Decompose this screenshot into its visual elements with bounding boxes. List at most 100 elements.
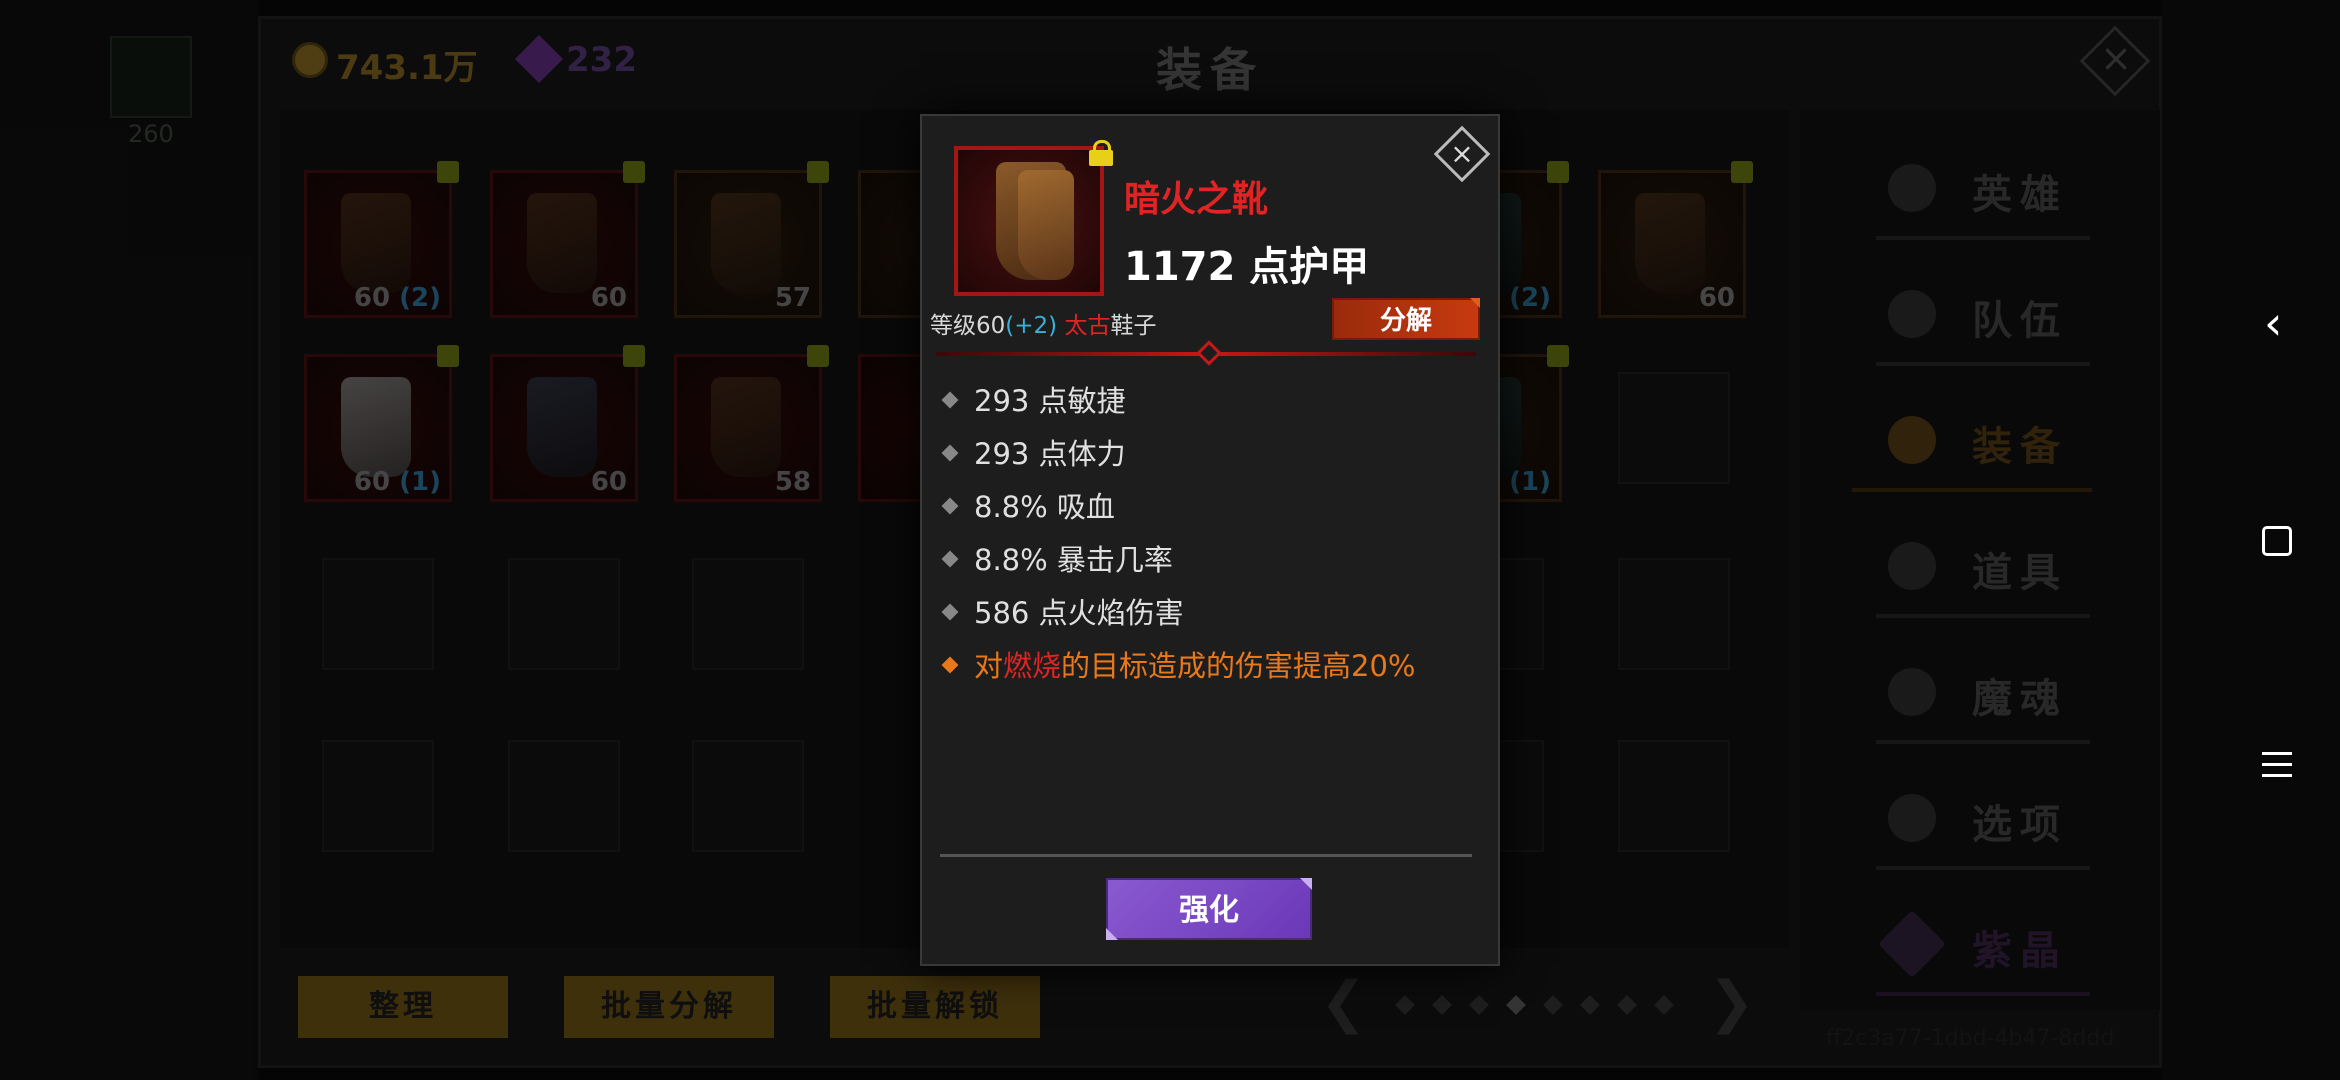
left-slot-count: 260 [128,120,174,148]
lock-icon [1731,161,1753,183]
inventory-slot-empty[interactable] [692,740,804,852]
menu-underline [1876,992,2090,996]
boots-icon [527,377,597,477]
stat-line: 8.8% 暴击几率 [941,537,1173,579]
inventory-slot[interactable]: 60 [490,345,645,502]
stat-line: 8.8% 吸血 [941,484,1115,526]
inventory-slot-empty[interactable] [692,558,804,670]
inventory-slot-empty[interactable] [508,740,620,852]
menu-underline [1876,236,2090,240]
inventory-slot-empty[interactable] [322,558,434,670]
side-menu-label: 装备 [1972,424,2068,470]
back-nav-icon[interactable]: ‹ [2264,296,2282,350]
menu-underline [1876,866,2090,870]
hero-icon [1888,164,1936,212]
enhance-button[interactable]: 强化 [1106,878,1312,940]
side-menu-item[interactable]: 英雄 [1872,136,2092,246]
item-meta: 等级60(+2) 太古鞋子 [930,313,1157,339]
coin-icon [292,42,328,78]
slot-level: 60 (2) [353,283,441,313]
menu-underline [1876,614,2090,618]
next-page-button[interactable]: ❯ [1708,970,1755,1035]
item-boots-icon-front [1018,170,1074,280]
stat-line: 293 点体力 [941,431,1126,473]
side-menu-label: 选项 [1972,802,2068,848]
crystal-icon [1878,910,1946,978]
side-menu-item[interactable]: 装备 [1852,388,2092,498]
side-menu-label: 魔魂 [1972,676,2068,722]
special-effect-line: 对燃烧的目标造成的伤害提高20% [941,643,1416,685]
slot-level: 58 [774,467,811,497]
gear-icon [1888,794,1936,842]
side-menu-item[interactable]: 选项 [1872,766,2092,876]
decompose-button[interactable]: 分解 [1332,298,1480,340]
lock-icon [437,161,459,183]
bag-icon [1888,542,1936,590]
flag-icon [1888,290,1936,338]
device-id: ff2c3a77-1dbd-4b47-8ddd [1826,1026,2115,1051]
menu-underline [1876,362,2090,366]
lock-icon [437,345,459,367]
slot-level: 60 (1) [353,467,441,497]
lock-icon [623,345,645,367]
right-edge-panel [2162,0,2340,1080]
inventory-slot[interactable]: 60 (2) [304,161,459,318]
menu-nav-icon[interactable] [2262,752,2292,785]
inventory-slot-empty[interactable] [322,740,434,852]
bulk-unlock-button[interactable]: 批量解锁 [830,976,1040,1038]
inventory-slot[interactable]: 57 [674,161,829,318]
side-menu-label: 英雄 [1972,172,2068,218]
side-menu-item[interactable]: 道具 [1872,514,2092,624]
item-armor: 1172 点护甲 [1124,244,1370,290]
slot-level: 60 [590,467,627,497]
inventory-slot[interactable]: 60 [490,161,645,318]
stat-line: 586 点火焰伤害 [941,590,1184,632]
inventory-slot-empty[interactable] [1618,558,1730,670]
footer-divider [940,854,1472,857]
left-edge-panel: 260 [0,0,258,1080]
left-slot[interactable] [110,36,192,118]
coin-amount: 743.1万 [336,48,478,88]
menu-underline [1852,488,2092,492]
flame-icon [1888,668,1936,716]
side-menu-label: 队伍 [1972,298,2068,344]
recents-nav-icon[interactable] [2262,526,2292,556]
inventory-slot-empty[interactable] [508,558,620,670]
boots-icon [711,193,781,293]
prev-page-button[interactable]: ❮ [1320,970,1367,1035]
close-icon: × [2100,36,2132,80]
boots-icon [527,193,597,293]
boots-icon [1635,193,1705,293]
menu-underline [1876,740,2090,744]
side-menu-label: 紫晶 [1972,928,2068,974]
boots-icon [341,377,411,477]
stat-line: 293 点敏捷 [941,378,1126,420]
page-title: 装备 [1156,43,1264,97]
slot-level: 60 [1698,283,1735,313]
inventory-slot-empty[interactable] [1618,740,1730,852]
boots-icon [711,377,781,477]
inventory-slot[interactable]: 58 [674,345,829,502]
inventory-slot[interactable]: 60 (1) [304,345,459,502]
side-menu-item[interactable]: 队伍 [1872,262,2092,372]
lock-icon [807,161,829,183]
side-menu-label: 道具 [1972,550,2068,596]
item-name: 暗火之靴 [1124,179,1269,220]
sort-button[interactable]: 整理 [298,976,508,1038]
lock-icon [1547,161,1569,183]
lock-icon [807,345,829,367]
inventory-slot[interactable]: 60 [1598,161,1753,318]
side-menu-item[interactable]: 紫晶 [1872,892,2092,1002]
inventory-slot-empty[interactable] [1618,372,1730,484]
side-menu-item[interactable]: 魔魂 [1872,640,2092,750]
bulk-decompose-button[interactable]: 批量分解 [564,976,774,1038]
gem-amount: 232 [566,40,637,80]
slot-level: 60 [590,283,627,313]
lock-icon [623,161,645,183]
slot-level: 57 [774,283,811,313]
boots-icon [341,193,411,293]
lock-icon[interactable] [1088,140,1114,166]
lock-icon [1547,345,1569,367]
helmet-icon [1888,416,1936,464]
close-icon: × [1450,137,1474,170]
